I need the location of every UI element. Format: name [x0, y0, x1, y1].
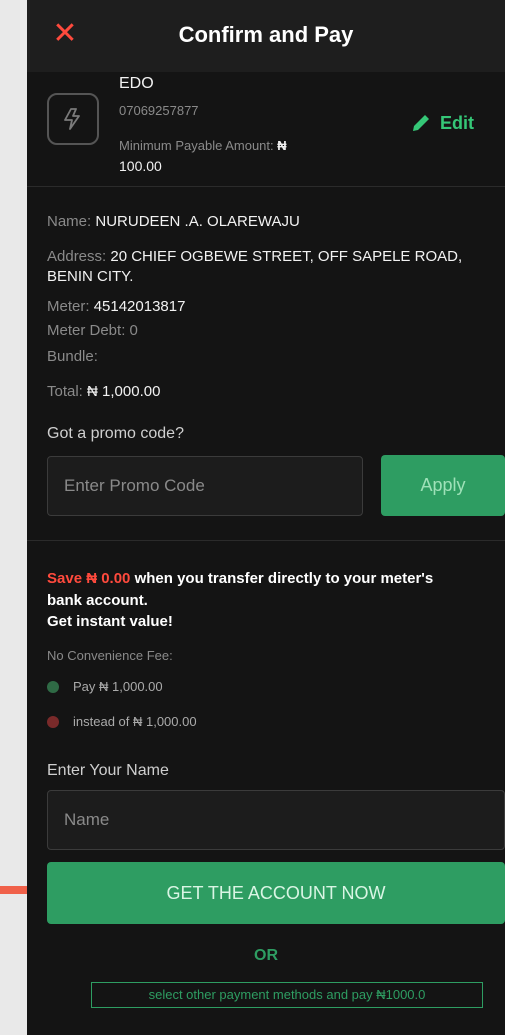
- promo-question: Got a promo code?: [47, 425, 184, 442]
- divider: [27, 186, 505, 187]
- address-label: Address:: [47, 248, 107, 265]
- save-rest: when you transfer directly to your meter…: [130, 570, 434, 587]
- electricity-bolt-icon: [47, 93, 99, 145]
- address-value-line2: BENIN CITY.: [47, 268, 134, 285]
- pencil-icon: [413, 115, 429, 131]
- save-line-2: bank account.: [47, 592, 148, 609]
- instead-amount: instead of ₦ 1,000.00: [73, 714, 197, 729]
- name-value: NURUDEEN .A. OLAREWAJU: [95, 213, 300, 230]
- address-value: 20 CHIEF OGBEWE STREET, OFF SAPELE ROAD,: [110, 248, 463, 265]
- customer-address: Address: 20 CHIEF OGBEWE STREET, OFF SAP…: [47, 248, 462, 265]
- min-amount-label: Minimum Payable Amount:: [119, 138, 274, 153]
- edit-button[interactable]: Edit: [410, 112, 474, 134]
- disco-name: EDO: [119, 75, 154, 92]
- get-account-button[interactable]: GET THE ACCOUNT NOW: [47, 862, 505, 924]
- or-separator: OR: [254, 947, 278, 964]
- minimum-amount: Minimum Payable Amount: ₦: [119, 138, 287, 153]
- divider: [27, 540, 505, 541]
- edit-label: Edit: [440, 112, 474, 133]
- meter-value: 45142013817: [93, 298, 186, 315]
- page-title: Confirm and Pay: [178, 22, 354, 47]
- meter-number: Meter: 45142013817: [47, 298, 185, 315]
- customer-name: Name: NURUDEEN .A. OLAREWAJU: [47, 213, 300, 230]
- enter-name-label: Enter Your Name: [47, 762, 169, 779]
- debt-label: Meter Debt:: [47, 322, 126, 339]
- other-payment-methods-button[interactable]: select other payment methods and pay ₦10…: [91, 982, 483, 1008]
- check-icon: [47, 681, 59, 693]
- total: Total: ₦ 1,000.00: [47, 383, 160, 400]
- apply-button[interactable]: Apply: [381, 455, 505, 516]
- instant-value: Get instant value!: [47, 613, 173, 630]
- meter-label: Meter:: [47, 298, 90, 315]
- phone-number: 07069257877: [119, 103, 199, 118]
- total-value: ₦ 1,000.00: [87, 383, 161, 400]
- no-fee-label: No Convenience Fee:: [47, 648, 173, 663]
- cross-icon: [47, 716, 59, 728]
- min-amount-value: 100.00: [119, 158, 162, 174]
- total-label: Total:: [47, 383, 83, 400]
- min-amount-currency: ₦: [277, 138, 287, 153]
- promo-code-input[interactable]: Enter Promo Code: [47, 456, 363, 516]
- save-amount: Save ₦ 0.00: [47, 570, 131, 587]
- phone-screen: ✕ Confirm and Pay EDO 07069257877 Minimu…: [27, 0, 505, 1035]
- debt-value: 0: [129, 322, 138, 339]
- save-line: Save ₦ 0.00 when you transfer directly t…: [47, 570, 433, 587]
- name-label: Name:: [47, 213, 92, 230]
- name-input[interactable]: Name: [47, 790, 505, 850]
- bundle-label: Bundle:: [47, 348, 98, 365]
- pay-amount: Pay ₦ 1,000.00: [73, 679, 163, 694]
- header-bar: ✕ Confirm and Pay: [27, 0, 505, 72]
- meter-debt: Meter Debt: 0: [47, 322, 138, 339]
